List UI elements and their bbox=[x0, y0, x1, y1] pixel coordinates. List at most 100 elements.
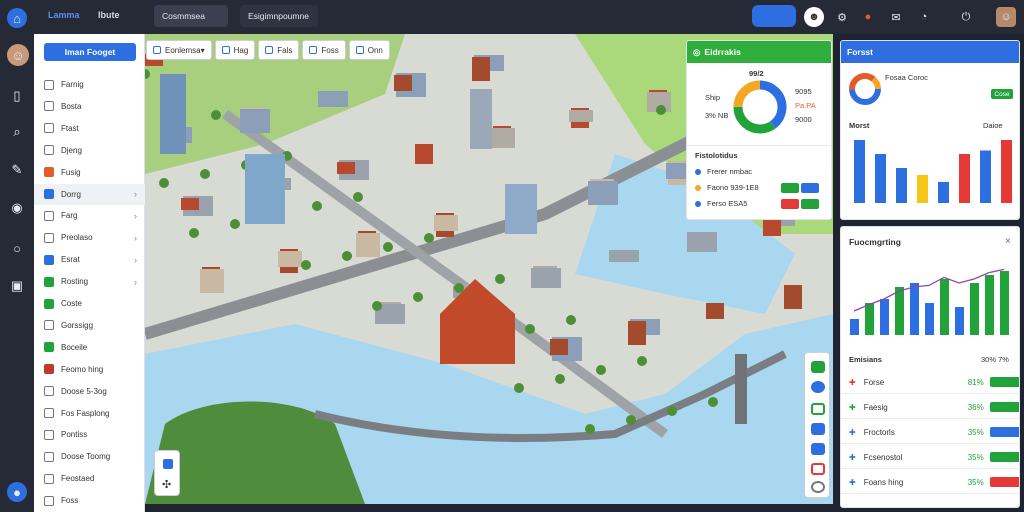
trend-bar-6[interactable] bbox=[940, 279, 949, 335]
kpi-row[interactable]: ✚ Foans hing 35% bbox=[841, 471, 1019, 494]
user-avatar[interactable]: ☺ bbox=[7, 44, 29, 66]
bar-5[interactable] bbox=[959, 154, 970, 203]
trend-bar-4[interactable] bbox=[910, 283, 919, 335]
sidebar-item-5[interactable]: Dorrg › bbox=[34, 183, 145, 205]
search-field[interactable]: Esigimnpoumne bbox=[240, 5, 318, 27]
frame-icon[interactable]: ▣ bbox=[7, 276, 27, 296]
summary-list-item[interactable]: Ferso ESA5 bbox=[707, 199, 747, 208]
trend-bar-0[interactable] bbox=[850, 319, 859, 335]
status-dot bbox=[695, 169, 701, 175]
tower-building bbox=[470, 89, 492, 149]
chat-icon[interactable]: ○ bbox=[7, 238, 27, 258]
compass-icon[interactable]: ✣ bbox=[162, 478, 171, 491]
book-icon[interactable]: ▯ bbox=[7, 86, 27, 106]
summary-list-item[interactable]: Frerer nmbac bbox=[707, 167, 752, 176]
trend-bar-8[interactable] bbox=[970, 283, 979, 335]
sidebar-item-13[interactable]: Feomo hing bbox=[34, 359, 145, 380]
map-tool-1[interactable]: Hag bbox=[214, 40, 256, 60]
map-tool-2[interactable]: Fals bbox=[258, 40, 300, 60]
chevron-right-icon[interactable]: › bbox=[134, 255, 137, 265]
trend-bar-10[interactable] bbox=[1000, 271, 1009, 335]
drop-icon[interactable]: ● bbox=[7, 482, 27, 502]
pin-icon[interactable] bbox=[811, 463, 825, 475]
app-logo-icon[interactable]: ⌂ bbox=[7, 8, 27, 28]
kpi-header: Emisians bbox=[849, 355, 882, 364]
map-tool-4[interactable]: Onn bbox=[348, 40, 390, 60]
section-name[interactable]: Ibute bbox=[98, 10, 120, 20]
sidebar-item-12[interactable]: Boceile bbox=[34, 337, 145, 358]
bar-7[interactable] bbox=[1001, 140, 1012, 203]
sidebar-item-2[interactable]: Ftast bbox=[34, 118, 145, 139]
sidebar-item-8[interactable]: Esrat › bbox=[34, 249, 145, 270]
chevron-right-icon[interactable]: › bbox=[134, 277, 137, 287]
account-avatar[interactable]: ☺ bbox=[996, 7, 1016, 27]
sidebar-item-0[interactable]: Farnig bbox=[34, 74, 145, 95]
trend-bar-2[interactable] bbox=[880, 299, 889, 335]
kpi-row[interactable]: ✚ Faesig 36% bbox=[841, 396, 1019, 419]
edit-icon[interactable]: ✎ bbox=[7, 160, 27, 180]
chevron-right-icon[interactable]: › bbox=[134, 189, 137, 199]
bar-3[interactable] bbox=[917, 175, 928, 203]
sidebar-item-4[interactable]: Fusig bbox=[34, 162, 145, 183]
map-tool-0[interactable]: Eonlemsa ▾ bbox=[146, 40, 212, 60]
refresh-icon[interactable] bbox=[811, 481, 825, 493]
kpi-row[interactable]: ✚ Forse 81% bbox=[841, 371, 1019, 394]
project-selector[interactable]: Cosmmsea bbox=[154, 5, 228, 27]
settings-icon[interactable]: ⚙ bbox=[832, 7, 852, 27]
power-icon[interactable]: ⏻ bbox=[956, 7, 976, 27]
chevron-right-icon[interactable]: › bbox=[134, 211, 137, 221]
chevron-right-icon[interactable]: › bbox=[134, 233, 137, 243]
close-icon[interactable]: × bbox=[1005, 236, 1011, 247]
trend-bar-1[interactable] bbox=[865, 303, 874, 335]
trend-bar-5[interactable] bbox=[925, 303, 934, 335]
alert-icon[interactable]: ● bbox=[858, 7, 878, 27]
add-icon[interactable] bbox=[811, 361, 825, 373]
map-toolbar: Eonlemsa ▾ Hag Fals Foss Onn bbox=[146, 40, 393, 60]
bar-4[interactable] bbox=[938, 182, 949, 203]
sidebar-item-16[interactable]: Pontiss bbox=[34, 424, 145, 445]
bar-6[interactable] bbox=[980, 150, 991, 204]
share-icon[interactable] bbox=[811, 443, 825, 455]
sidebar-item-11[interactable]: Gorssigg bbox=[34, 315, 145, 336]
sidebar-item-1[interactable]: Bosta bbox=[34, 96, 145, 117]
status-badge bbox=[781, 199, 799, 209]
sidebar-item-3[interactable]: Djeng bbox=[34, 140, 145, 161]
plus-icon: ✚ bbox=[849, 477, 856, 487]
camera-icon[interactable]: ◉ bbox=[7, 198, 27, 218]
sidebar-item-9[interactable]: Rosting › bbox=[34, 271, 145, 292]
bar-2[interactable] bbox=[896, 168, 907, 203]
sidebar-item-label: Esrat bbox=[61, 255, 80, 265]
map-tool-3[interactable]: Foss bbox=[302, 40, 346, 60]
layer-icon[interactable] bbox=[811, 403, 825, 415]
trend-bar-9[interactable] bbox=[985, 275, 994, 335]
app-name: Lamma bbox=[48, 10, 80, 20]
sidebar-item-19[interactable]: Foss bbox=[34, 490, 145, 511]
bar-1[interactable] bbox=[875, 154, 886, 203]
sidebar-item-17[interactable]: Doose Toomg bbox=[34, 446, 145, 467]
kpi-row[interactable]: ✚ Froctorls 35% bbox=[841, 421, 1019, 444]
sidebar-item-label: Feostaed bbox=[61, 474, 95, 484]
sidebar-item-14[interactable]: Doose 5-3og bbox=[34, 381, 145, 402]
trend-bar-7[interactable] bbox=[955, 307, 964, 335]
sidebar-item-18[interactable]: Feostaed bbox=[34, 468, 145, 489]
ruler-icon[interactable] bbox=[811, 423, 825, 435]
kpi-row[interactable]: ✚ Fcsenostol 35% bbox=[841, 446, 1019, 469]
view-toggle[interactable] bbox=[752, 5, 796, 27]
trend-bar-3[interactable] bbox=[895, 287, 904, 335]
sidebar-item-15[interactable]: Fos Fasplong bbox=[34, 403, 145, 424]
clock-icon[interactable]: ◔ bbox=[914, 7, 934, 27]
sidebar-item-6[interactable]: Farg › bbox=[34, 205, 145, 226]
sidebar-item-10[interactable]: Coste bbox=[34, 293, 145, 314]
search-icon[interactable]: ⌕ bbox=[7, 122, 27, 142]
summary-list-item[interactable]: Faono 939-1E8 bbox=[707, 183, 759, 192]
bell-icon[interactable]: ✉ bbox=[886, 7, 906, 27]
new-layer-button[interactable]: Iman Fooget bbox=[44, 43, 136, 61]
sidebar-item-7[interactable]: Preolaso › bbox=[34, 227, 145, 248]
globe-icon[interactable] bbox=[811, 381, 825, 393]
bar-0[interactable] bbox=[854, 140, 865, 203]
layers-icon[interactable] bbox=[163, 459, 173, 469]
bar-row-badge[interactable]: Cose bbox=[991, 89, 1013, 99]
sidebar-item-label: Fusig bbox=[61, 167, 81, 177]
sidebar-item-label: Farg bbox=[61, 211, 78, 221]
profile-icon[interactable]: ☻ bbox=[804, 7, 824, 27]
